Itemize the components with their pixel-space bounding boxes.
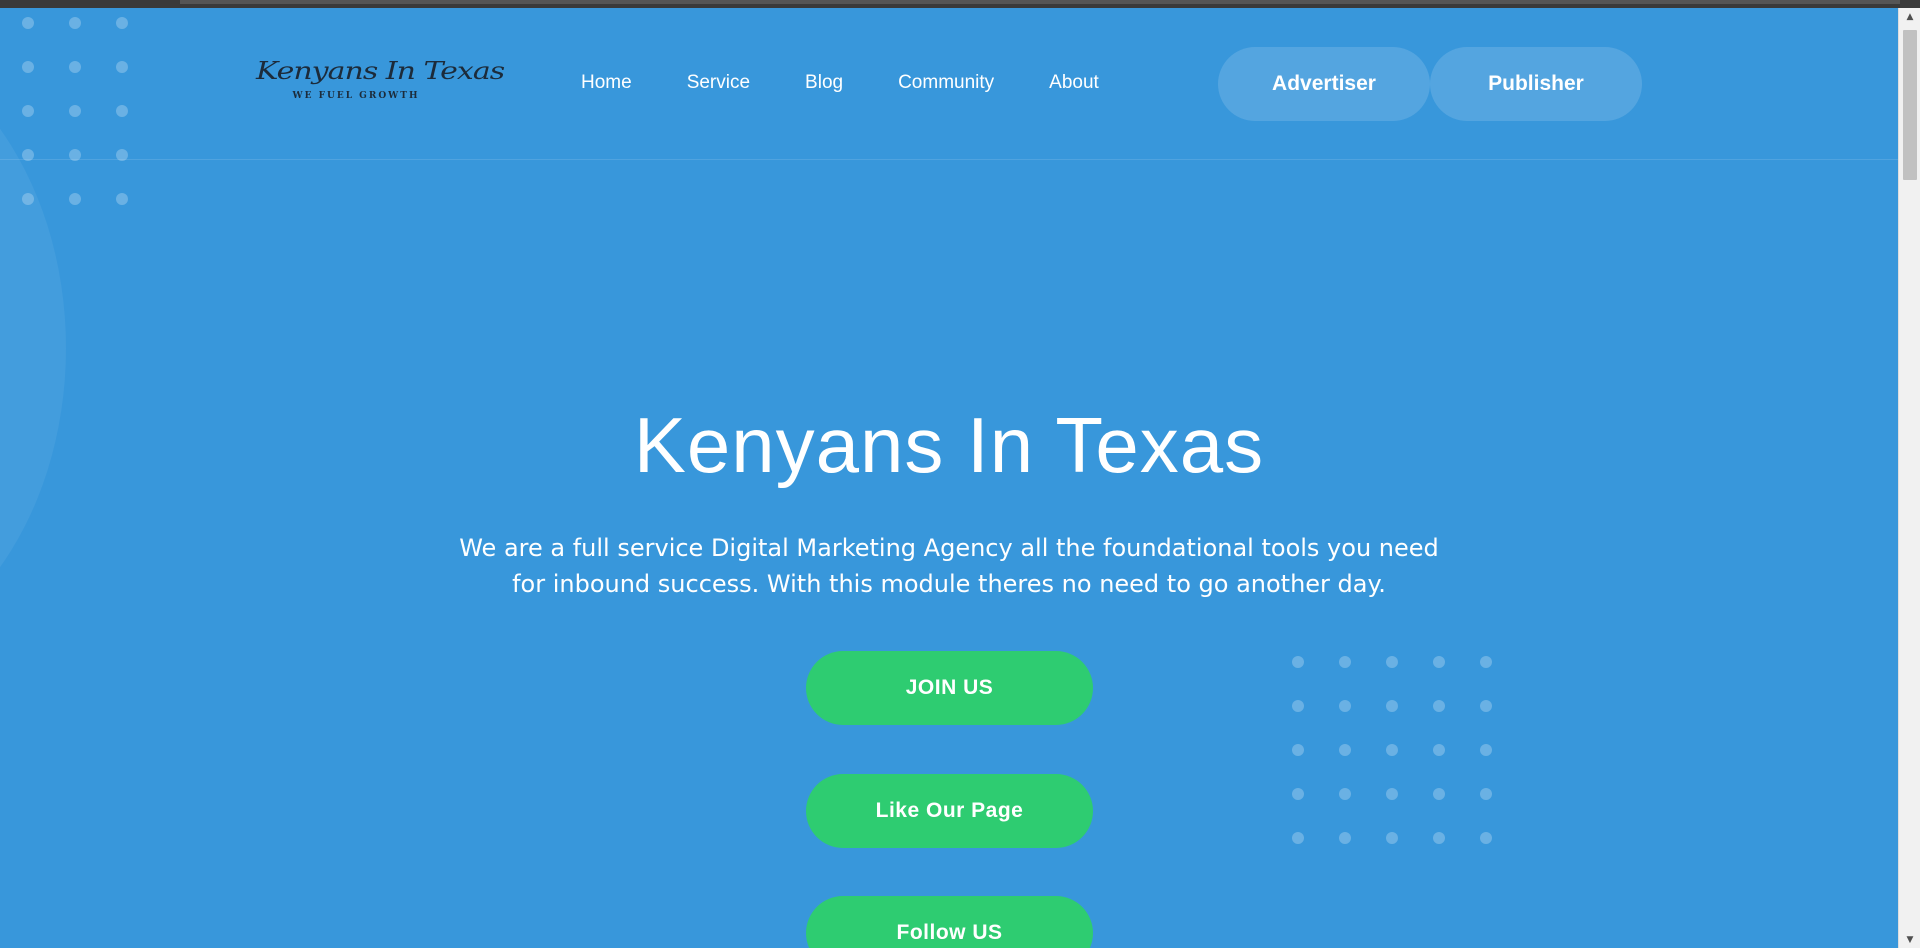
dot	[1339, 832, 1351, 844]
scroll-down-arrow-icon[interactable]: ▼	[1899, 931, 1920, 948]
dot	[1339, 744, 1351, 756]
dot	[1386, 656, 1398, 668]
logo-script-text: Kenyans In Texas	[256, 57, 505, 86]
dot	[1480, 832, 1492, 844]
dot	[22, 193, 34, 205]
join-us-button[interactable]: JOIN US	[806, 651, 1093, 725]
dot	[1292, 700, 1304, 712]
nav-blog[interactable]: Blog	[805, 72, 843, 94]
nav-home[interactable]: Home	[581, 72, 632, 94]
dot	[1386, 832, 1398, 844]
scroll-up-arrow-icon[interactable]: ▲	[1899, 8, 1920, 25]
dot	[1292, 788, 1304, 800]
decorative-dot-grid-right	[1292, 656, 1492, 844]
browser-top-strip	[0, 0, 1920, 8]
hero-description: We are a full service Digital Marketing …	[459, 534, 1439, 598]
dot	[1386, 744, 1398, 756]
dot	[1480, 744, 1492, 756]
dot	[1339, 656, 1351, 668]
dot	[1386, 700, 1398, 712]
publisher-button[interactable]: Publisher	[1430, 47, 1642, 121]
dot	[1480, 700, 1492, 712]
scrollbar-thumb[interactable]	[1903, 30, 1917, 180]
main-nav: Home Service Blog Community About	[581, 72, 1154, 94]
logo-tagline: WE FUEL GROWTH	[292, 91, 420, 101]
dot	[1480, 656, 1492, 668]
hero-title: Kenyans In Texas	[633, 401, 1265, 489]
dot	[1433, 788, 1445, 800]
dot	[69, 193, 81, 205]
dot	[1433, 744, 1445, 756]
like-our-page-button[interactable]: Like Our Page	[806, 774, 1093, 848]
nav-service[interactable]: Service	[687, 72, 750, 94]
dot	[1433, 656, 1445, 668]
vertical-scrollbar[interactable]: ▲ ▼	[1898, 8, 1920, 948]
follow-us-button[interactable]: Follow US	[806, 896, 1093, 948]
site-logo[interactable]: Kenyans In Texas WE FUEL GROWTH	[256, 54, 505, 126]
dot	[1292, 656, 1304, 668]
site-header: Kenyans In Texas WE FUEL GROWTH Home Ser…	[0, 8, 1898, 160]
page: Kenyans In Texas WE FUEL GROWTH Home Ser…	[0, 8, 1898, 948]
advertiser-button[interactable]: Advertiser	[1218, 47, 1430, 121]
dot	[116, 193, 128, 205]
dot	[1292, 832, 1304, 844]
dot	[1292, 744, 1304, 756]
dot	[1480, 788, 1492, 800]
nav-community[interactable]: Community	[898, 72, 994, 94]
dot	[1433, 700, 1445, 712]
dot	[1386, 788, 1398, 800]
dot	[1339, 788, 1351, 800]
dot	[1433, 832, 1445, 844]
nav-about[interactable]: About	[1049, 72, 1099, 94]
dot	[1339, 700, 1351, 712]
